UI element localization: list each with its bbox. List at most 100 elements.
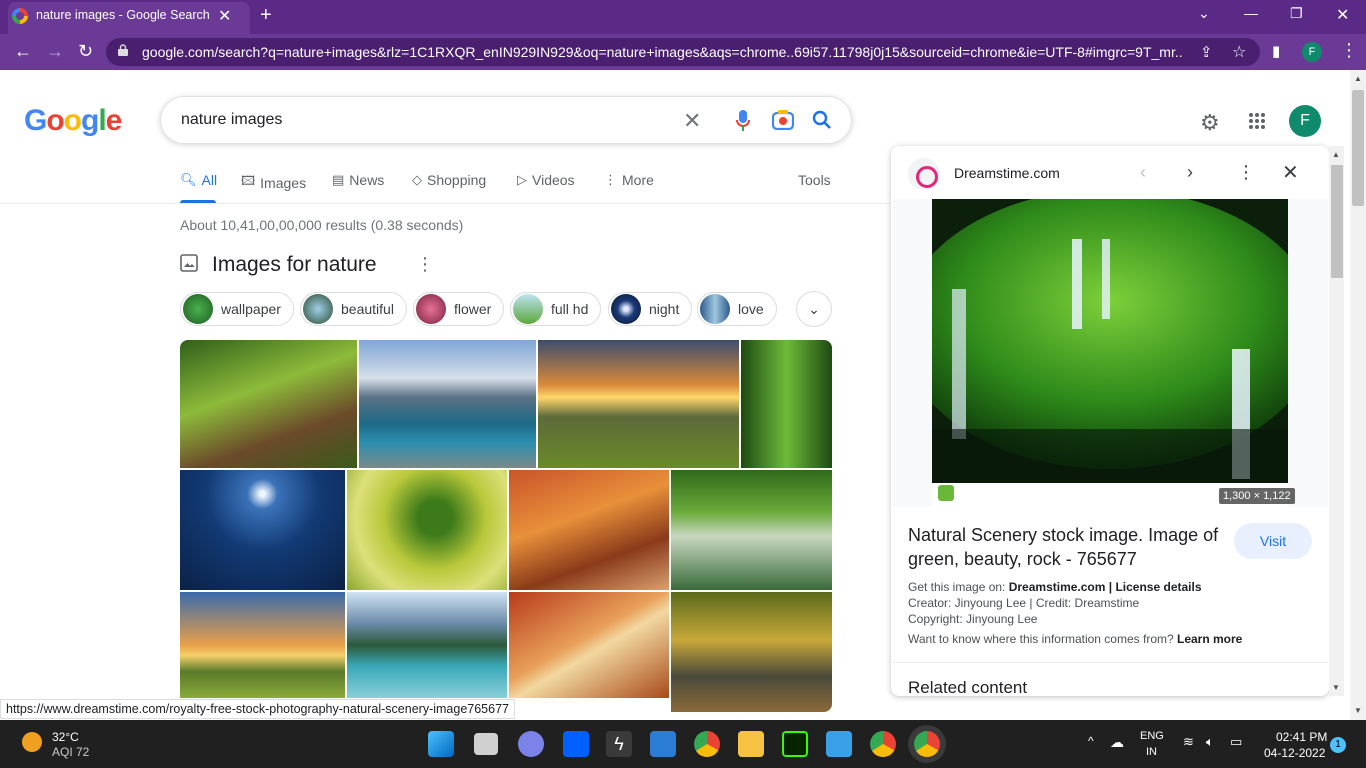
clock-time[interactable]: 02:41 PM <box>1276 730 1327 744</box>
image-result-autumn-forest[interactable] <box>509 592 669 698</box>
panel-scrollbar-thumb[interactable] <box>1331 165 1343 278</box>
weather-temperature[interactable]: 32°C <box>52 730 79 744</box>
dreamweaver-icon[interactable] <box>782 731 808 757</box>
settings-gear-icon[interactable]: ⚙ <box>1200 110 1220 136</box>
source-link[interactable]: Dreamstime.com <box>1009 580 1106 594</box>
news-icon: ▤ <box>332 172 345 187</box>
voice-search-icon[interactable] <box>736 110 750 132</box>
image-result-night-pier[interactable] <box>180 470 345 590</box>
image-result-autumn-road[interactable] <box>671 592 832 712</box>
chrome-profile-avatar[interactable]: F <box>1302 42 1322 62</box>
panel-scroll-up-icon[interactable]: ▲ <box>1332 150 1340 159</box>
chip-full-hd[interactable]: full hd <box>510 292 602 326</box>
chrome-active-window-icon[interactable] <box>914 731 940 757</box>
chip-love[interactable]: love <box>697 292 777 326</box>
google-lens-icon[interactable] <box>772 110 794 130</box>
google-apps-icon[interactable] <box>1248 112 1266 130</box>
weather-aqi[interactable]: AQI 72 <box>52 745 89 759</box>
clock-date[interactable]: 04-12-2022 <box>1264 746 1325 760</box>
side-panel-icon[interactable]: ▮ <box>1272 42 1280 60</box>
image-result-tree-in-hand[interactable] <box>347 470 507 590</box>
tab-close-icon[interactable]: ✕ <box>218 6 231 26</box>
notepad-icon[interactable] <box>826 731 852 757</box>
tab-more[interactable]: ⋮ More <box>604 172 654 188</box>
chip-night[interactable]: night <box>608 292 693 326</box>
minimize-icon[interactable]: — <box>1244 5 1258 21</box>
bookmark-star-icon[interactable]: ☆ <box>1232 42 1246 62</box>
chrome-profile-app-icon[interactable] <box>870 731 896 757</box>
image-result-green-tunnel[interactable] <box>741 340 832 468</box>
reload-icon[interactable]: ↻ <box>78 41 93 62</box>
previous-image-chevron-icon[interactable]: ‹ <box>1140 162 1146 183</box>
window-close-icon[interactable]: ✕ <box>1336 5 1349 25</box>
tools-button[interactable]: Tools <box>798 172 831 188</box>
show-hidden-icons-chevron-icon[interactable]: ^ <box>1088 734 1094 748</box>
image-result-alpine-lake[interactable] <box>347 592 507 698</box>
input-language[interactable]: ENG <box>1140 730 1164 742</box>
panel-source-name[interactable]: Dreamstime.com <box>954 165 1060 181</box>
snipping-tool-icon[interactable]: ϟ <box>606 731 632 757</box>
panel-scroll-down-icon[interactable]: ▼ <box>1332 683 1340 692</box>
more-options-icon[interactable]: ⋮ <box>416 254 434 275</box>
chip-wallpaper[interactable]: wallpaper <box>180 292 294 326</box>
image-result-sunset-meadow[interactable] <box>538 340 739 468</box>
tag-icon: ◇ <box>412 172 422 187</box>
restore-icon[interactable]: ❐ <box>1290 5 1303 22</box>
chip-beautiful[interactable]: beautiful <box>300 292 407 326</box>
page-scroll-up-icon[interactable]: ▲ <box>1354 74 1362 83</box>
task-view-icon[interactable] <box>474 733 498 755</box>
tab-videos[interactable]: ▷ Videos <box>517 172 575 188</box>
image-result-mountain-lake[interactable] <box>359 340 536 468</box>
weather-sun-icon[interactable] <box>22 732 42 752</box>
tab-shopping[interactable]: ◇ Shopping <box>412 172 486 188</box>
chrome-app-icon[interactable] <box>694 731 720 757</box>
chrome-menu-icon[interactable]: ⋮ <box>1340 40 1358 61</box>
tab-news[interactable]: ▤ News <box>332 172 384 188</box>
dropbox-icon[interactable] <box>563 731 589 757</box>
battery-icon[interactable]: ▭ <box>1230 734 1242 750</box>
input-region[interactable]: IN <box>1146 746 1157 758</box>
image-icon: 🖾 <box>241 173 256 188</box>
search-input[interactable]: nature images <box>181 111 282 129</box>
chips-expand-chevron-icon[interactable]: ⌄ <box>796 291 832 327</box>
google-logo[interactable]: Google <box>24 104 122 138</box>
onedrive-cloud-icon[interactable]: ☁ <box>1110 734 1124 751</box>
volume-icon[interactable]: 🔈︎ <box>1206 734 1214 750</box>
panel-more-options-icon[interactable]: ⋮ <box>1237 162 1255 183</box>
tab-images[interactable]: 🖾 Images <box>241 172 306 194</box>
notification-badge[interactable]: 1 <box>1330 737 1346 753</box>
get-image-line: Get this image on: Dreamstime.com | Lice… <box>908 580 1202 594</box>
panel-preview-image[interactable] <box>932 199 1288 507</box>
panel-close-icon[interactable]: ✕ <box>1282 160 1299 185</box>
mail-icon[interactable] <box>650 731 676 757</box>
google-favicon-icon <box>12 8 28 24</box>
learn-more-link[interactable]: Learn more <box>1177 632 1242 646</box>
visit-button[interactable]: Visit <box>1234 523 1312 559</box>
image-result-lone-tree-sunset[interactable] <box>180 592 345 698</box>
image-result-autumn-path[interactable] <box>509 470 669 590</box>
tab-all[interactable]: 🔍︎ All <box>180 172 217 188</box>
teams-chat-icon[interactable] <box>518 731 544 757</box>
new-tab-icon[interactable]: + <box>260 4 272 27</box>
image-title-link[interactable]: Natural Scenery stock image. Image of gr… <box>908 523 1228 571</box>
image-result-forest-boardwalk[interactable] <box>180 340 357 468</box>
start-windows-icon[interactable] <box>428 731 454 757</box>
license-details-link[interactable]: License details <box>1115 580 1201 594</box>
url-text: google.com/search?q=nature+images&rlz=1C… <box>142 44 1182 60</box>
back-icon[interactable]: ← <box>14 41 32 62</box>
search-icon[interactable] <box>812 110 832 130</box>
next-image-chevron-icon[interactable]: › <box>1187 162 1193 183</box>
account-avatar[interactable]: F <box>1289 105 1321 137</box>
chip-flower[interactable]: flower <box>413 292 505 326</box>
image-result-forest-stream[interactable] <box>671 470 832 590</box>
lock-icon <box>118 44 128 56</box>
tab-search-icon[interactable]: ⌄ <box>1198 5 1210 22</box>
page-scroll-down-icon[interactable]: ▼ <box>1354 706 1362 715</box>
page-scrollbar-thumb[interactable] <box>1352 90 1364 206</box>
file-explorer-icon[interactable] <box>738 731 764 757</box>
windows-taskbar <box>0 720 1366 768</box>
share-icon[interactable]: ⇪ <box>1200 43 1213 61</box>
forward-icon[interactable]: → <box>46 41 64 62</box>
wifi-icon[interactable]: ≋ <box>1183 734 1194 750</box>
clear-search-icon[interactable]: ✕ <box>683 108 701 134</box>
